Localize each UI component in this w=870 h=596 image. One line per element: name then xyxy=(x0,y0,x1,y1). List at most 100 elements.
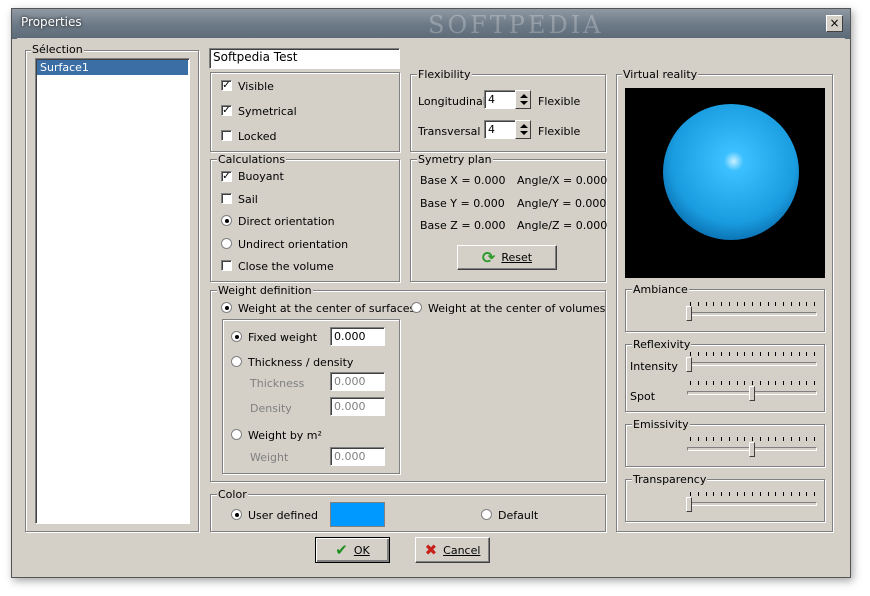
undirect-orientation-label: Undirect orientation xyxy=(238,238,349,251)
transversal-input[interactable]: 4 xyxy=(484,120,516,139)
longitudinal-spinner[interactable] xyxy=(515,90,531,109)
spin-down-icon xyxy=(520,101,528,105)
angle-x-value: Angle/X = 0.000 xyxy=(517,174,608,187)
emissivity-slider-thumb[interactable] xyxy=(749,442,755,457)
thickness-density-radio[interactable] xyxy=(231,356,242,367)
cancel-button[interactable]: ✖ Cancel xyxy=(415,537,490,563)
cancel-label: Cancel xyxy=(443,543,481,557)
spin-down-icon xyxy=(520,131,528,135)
selection-list[interactable]: Surface1 xyxy=(35,58,190,524)
slider-tick xyxy=(768,437,769,441)
weight-by-m2-radio[interactable] xyxy=(231,429,242,440)
slider-tick xyxy=(729,381,730,385)
slider-tick xyxy=(814,302,815,306)
ok-label: OK xyxy=(353,543,370,557)
thickness-density-label: Thickness / density xyxy=(248,356,354,369)
close-button[interactable]: × xyxy=(826,15,843,32)
slider-tick xyxy=(799,302,800,306)
slider-tick xyxy=(737,302,738,306)
slider-tick xyxy=(768,492,769,496)
fixed-weight-input[interactable]: 0.000 xyxy=(330,327,385,346)
default-color-radio[interactable] xyxy=(481,509,492,520)
fixed-weight-radio[interactable] xyxy=(231,331,242,342)
slider-tick xyxy=(783,381,784,385)
center-volumes-label: Weight at the center of volumes xyxy=(428,302,606,315)
symetry-plan-label: Symetry plan xyxy=(417,153,493,166)
slider-tick xyxy=(799,492,800,496)
color-swatch[interactable] xyxy=(330,502,385,527)
slider-tick xyxy=(690,492,691,496)
user-defined-radio[interactable] xyxy=(231,509,242,520)
transparency-track[interactable] xyxy=(687,502,817,506)
emissivity-label: Emissivity xyxy=(632,418,690,431)
slider-tick xyxy=(698,381,699,385)
slider-tick xyxy=(698,437,699,441)
slider-tick xyxy=(791,352,792,356)
longitudinal-unit: Flexible xyxy=(538,95,581,108)
slider-tick xyxy=(706,352,707,356)
slider-tick xyxy=(729,437,730,441)
angle-y-value: Angle/Y = 0.000 xyxy=(517,197,607,210)
slider-tick xyxy=(814,437,815,441)
ambiance-ticks xyxy=(687,302,817,307)
slider-tick xyxy=(706,492,707,496)
transparency-label: Transparency xyxy=(632,473,708,486)
center-surfaces-radio[interactable] xyxy=(221,302,232,313)
flexibility-group xyxy=(410,74,606,152)
close-icon: × xyxy=(829,16,840,30)
transparency-slider-thumb[interactable] xyxy=(686,497,692,512)
slider-tick xyxy=(814,381,815,385)
symetrical-checkbox[interactable]: ✓ xyxy=(221,105,232,116)
undirect-orientation-radio[interactable] xyxy=(221,238,232,249)
close-volume-checkbox[interactable] xyxy=(221,260,232,271)
ambiance-slider-thumb[interactable] xyxy=(686,306,692,321)
slider-tick xyxy=(744,381,745,385)
transversal-label: Transversal xyxy=(418,125,481,138)
thickness-input[interactable]: 0.000 xyxy=(330,372,385,391)
slider-tick xyxy=(806,302,807,306)
name-input[interactable]: Softpedia Test xyxy=(209,48,400,69)
transversal-spinner[interactable] xyxy=(515,120,531,139)
spin-up-icon xyxy=(520,94,528,98)
visible-label: Visible xyxy=(238,80,274,93)
user-defined-label: User defined xyxy=(248,509,318,522)
slider-tick xyxy=(799,381,800,385)
slider-tick xyxy=(783,352,784,356)
preview-viewport[interactable] xyxy=(625,88,825,278)
slider-tick xyxy=(791,381,792,385)
slider-tick xyxy=(729,492,730,496)
sail-label: Sail xyxy=(238,193,258,206)
center-surfaces-label: Weight at the center of surfaces xyxy=(238,302,416,315)
direct-orientation-radio[interactable] xyxy=(221,215,232,226)
density-input[interactable]: 0.000 xyxy=(330,397,385,416)
slider-tick xyxy=(806,492,807,496)
thickness-label: Thickness xyxy=(250,377,305,390)
slider-tick xyxy=(713,302,714,306)
slider-tick xyxy=(737,352,738,356)
slider-tick xyxy=(760,437,761,441)
longitudinal-label: Longitudinal xyxy=(418,95,486,108)
slider-tick xyxy=(814,492,815,496)
slider-tick xyxy=(690,381,691,385)
intensity-slider-thumb[interactable] xyxy=(686,357,692,372)
window-title: Properties xyxy=(21,15,82,29)
visible-checkbox[interactable]: ✓ xyxy=(221,80,232,91)
ok-button[interactable]: ✔ OK xyxy=(315,537,390,563)
locked-checkbox[interactable] xyxy=(221,130,232,141)
reset-button[interactable]: ⟳ Reset xyxy=(457,245,557,270)
buoyant-checkbox[interactable]: ✓ xyxy=(221,171,232,182)
slider-tick xyxy=(744,492,745,496)
longitudinal-input[interactable]: 4 xyxy=(484,90,516,109)
slider-tick xyxy=(806,437,807,441)
transversal-unit: Flexible xyxy=(538,125,581,138)
spot-slider-thumb[interactable] xyxy=(749,386,755,401)
weight-input[interactable]: 0.000 xyxy=(330,447,385,466)
ambiance-track[interactable] xyxy=(687,312,817,316)
sail-checkbox[interactable] xyxy=(221,193,232,204)
list-item-surface1[interactable]: Surface1 xyxy=(37,60,188,75)
intensity-track[interactable] xyxy=(687,362,817,366)
slider-tick xyxy=(752,492,753,496)
transparency-ticks xyxy=(687,492,817,497)
slider-tick xyxy=(783,492,784,496)
center-volumes-radio[interactable] xyxy=(411,302,422,313)
